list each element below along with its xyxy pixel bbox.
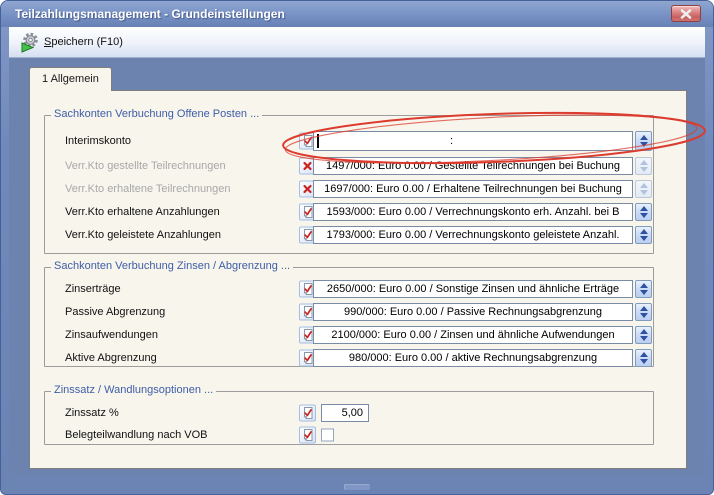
field-label: Zinserträge bbox=[65, 283, 121, 295]
screenshot-stage: Teilzahlungsmanagement - Grundeinstellun… bbox=[0, 0, 714, 495]
field-enabled-toggle[interactable] bbox=[299, 427, 316, 444]
combobox-value: 980/000: Euro 0.00 / aktive Rechnungsabg… bbox=[349, 352, 597, 364]
combobox-value: 1497/000: Euro 0.00 / Gestellte Teilrech… bbox=[326, 160, 620, 172]
spin-up-icon bbox=[640, 135, 648, 140]
field-label: Verr.Kto gestellte Teilrechnungen bbox=[65, 160, 226, 172]
spin-down-icon bbox=[640, 236, 648, 241]
spin-up-icon bbox=[640, 283, 648, 288]
groupbox-offene-posten: Sachkonten Verbuchung Offene Posten ... … bbox=[44, 115, 654, 254]
spinner-buttons[interactable] bbox=[635, 326, 652, 344]
field-row-gestellte-teilrechnungen: Verr.Kto gestellte Teilrechnungen 1497/0… bbox=[45, 157, 653, 175]
spin-down-icon bbox=[640, 213, 648, 218]
combobox-value: 990/000: Euro 0.00 / Passive Rechnungsab… bbox=[344, 306, 602, 318]
tab-allgemein[interactable]: 1 Allgemein bbox=[29, 67, 112, 91]
spinner-buttons[interactable] bbox=[635, 303, 652, 321]
field-label: Verr.Kto erhaltene Anzahlungen bbox=[65, 206, 220, 218]
account-combobox[interactable]: 1593/000: Euro 0.00 / Verrechnungskonto … bbox=[313, 203, 633, 221]
account-combobox[interactable]: 1497/000: Euro 0.00 / Gestellte Teilrech… bbox=[313, 157, 633, 175]
field-label: Verr.Kto erhaltene Teilrechnungen bbox=[65, 183, 231, 195]
close-button[interactable] bbox=[671, 5, 701, 22]
field-label: Zinssatz % bbox=[65, 407, 119, 419]
spinner-buttons[interactable] bbox=[635, 280, 652, 298]
text-caret bbox=[317, 134, 319, 148]
field-row-geleistete-anzahlungen: Verr.Kto geleistete Anzahlungen 1793/000… bbox=[45, 226, 653, 244]
spinner-buttons bbox=[635, 157, 652, 175]
field-row-passive-abgrenzung: Passive Abgrenzung 990/000: Euro 0.00 / … bbox=[45, 303, 653, 321]
interimskonto-combobox[interactable]: : bbox=[313, 131, 633, 151]
spin-down-icon bbox=[640, 336, 648, 341]
app-window: Teilzahlungsmanagement - Grundeinstellun… bbox=[0, 0, 714, 495]
window-title: Teilzahlungsmanagement - Grundeinstellun… bbox=[15, 1, 285, 27]
field-label: Aktive Abgrenzung bbox=[65, 352, 157, 364]
field-row-aktive-abgrenzung: Aktive Abgrenzung 980/000: Euro 0.00 / a… bbox=[45, 349, 653, 367]
field-label: Zinsaufwendungen bbox=[65, 329, 158, 341]
spin-down-icon bbox=[640, 190, 648, 195]
account-combobox[interactable]: 2100/000: Euro 0.00 / Zinsen und ähnlich… bbox=[313, 326, 633, 344]
spin-up-icon bbox=[640, 160, 648, 165]
groupbox-zinsen-abgrenzung: Sachkonten Verbuchung Zinsen / Abgrenzun… bbox=[44, 267, 654, 367]
spin-down-icon bbox=[640, 313, 648, 318]
spin-up-icon bbox=[640, 329, 648, 334]
field-label: Passive Abgrenzung bbox=[65, 306, 165, 318]
spin-up-icon bbox=[640, 306, 648, 311]
combobox-value: 1697/000: Euro 0.00 / Erhaltene Teilrech… bbox=[324, 183, 622, 195]
combobox-value: : bbox=[450, 132, 453, 150]
field-enabled-toggle[interactable] bbox=[299, 405, 316, 422]
spin-down-icon bbox=[640, 167, 648, 172]
spinner-buttons[interactable] bbox=[635, 131, 652, 151]
save-button[interactable]: Speichern (F10) bbox=[13, 30, 130, 54]
spin-down-icon bbox=[640, 142, 648, 147]
field-label: Belegteilwandlung nach VOB bbox=[65, 429, 207, 441]
field-row-erhaltene-teilrechnungen: Verr.Kto erhaltene Teilrechnungen 1697/0… bbox=[45, 180, 653, 198]
groupbox-title: Sachkonten Verbuchung Zinsen / Abgrenzun… bbox=[51, 260, 293, 272]
page-check-icon bbox=[301, 429, 314, 442]
field-label: Verr.Kto geleistete Anzahlungen bbox=[65, 229, 221, 241]
account-combobox[interactable]: 980/000: Euro 0.00 / aktive Rechnungsabg… bbox=[313, 349, 633, 367]
spinner-buttons bbox=[635, 180, 652, 198]
title-bar[interactable]: Teilzahlungsmanagement - Grundeinstellun… bbox=[1, 1, 713, 27]
field-row-zinsaufwendungen: Zinsaufwendungen 2100/000: Euro 0.00 / Z… bbox=[45, 326, 653, 344]
save-gear-icon bbox=[20, 32, 40, 53]
combobox-value: 1793/000: Euro 0.00 / Verrechnungskonto … bbox=[327, 229, 620, 241]
page-check-icon bbox=[301, 407, 314, 420]
save-button-label: Speichern (F10) bbox=[44, 36, 123, 48]
combobox-value: 2100/000: Euro 0.00 / Zinsen und ähnlich… bbox=[331, 329, 614, 341]
spin-down-icon bbox=[640, 290, 648, 295]
field-row-vob-wandlung: Belegteilwandlung nach VOB bbox=[45, 428, 653, 442]
resize-grip[interactable] bbox=[344, 484, 370, 490]
toolbar: Speichern (F10) bbox=[9, 27, 705, 58]
spin-up-icon bbox=[640, 229, 648, 234]
field-row-erhaltene-anzahlungen: Verr.Kto erhaltene Anzahlungen 1593/000:… bbox=[45, 203, 653, 221]
groupbox-zinssatz-wandlungsoptionen: Zinssatz / Wandlungsoptionen ... Zinssat… bbox=[44, 391, 654, 445]
field-row-zinssatz: Zinssatz % 5,00 bbox=[45, 404, 653, 422]
account-combobox[interactable]: 2650/000: Euro 0.00 / Sonstige Zinsen un… bbox=[313, 280, 633, 298]
spinner-buttons[interactable] bbox=[635, 203, 652, 221]
spin-up-icon bbox=[640, 206, 648, 211]
groupbox-title: Sachkonten Verbuchung Offene Posten ... bbox=[51, 108, 262, 120]
vob-checkbox[interactable] bbox=[321, 429, 334, 442]
account-combobox[interactable]: 990/000: Euro 0.00 / Passive Rechnungsab… bbox=[313, 303, 633, 321]
spin-up-icon bbox=[640, 352, 648, 357]
zinssatz-input[interactable]: 5,00 bbox=[321, 404, 369, 422]
account-combobox[interactable]: 1697/000: Euro 0.00 / Erhaltene Teilrech… bbox=[313, 180, 633, 198]
field-row-interimskonto: Interimskonto : bbox=[45, 131, 653, 151]
content-area: 1 Allgemein Sachkonten Verbuchung Offene… bbox=[9, 58, 705, 474]
field-label: Interimskonto bbox=[65, 135, 131, 147]
spin-down-icon bbox=[640, 359, 648, 364]
tab-page: Sachkonten Verbuchung Offene Posten ... … bbox=[29, 90, 687, 469]
combobox-value: 1593/000: Euro 0.00 / Verrechnungskonto … bbox=[327, 206, 620, 218]
close-icon bbox=[680, 9, 692, 19]
account-combobox[interactable]: 1793/000: Euro 0.00 / Verrechnungskonto … bbox=[313, 226, 633, 244]
combobox-value: 2650/000: Euro 0.00 / Sonstige Zinsen un… bbox=[327, 283, 619, 295]
spin-up-icon bbox=[640, 183, 648, 188]
spinner-buttons[interactable] bbox=[635, 226, 652, 244]
groupbox-title: Zinssatz / Wandlungsoptionen ... bbox=[51, 384, 216, 396]
spinner-buttons[interactable] bbox=[635, 349, 652, 367]
field-row-zinsertraege: Zinserträge 2650/000: Euro 0.00 / Sonsti… bbox=[45, 280, 653, 298]
